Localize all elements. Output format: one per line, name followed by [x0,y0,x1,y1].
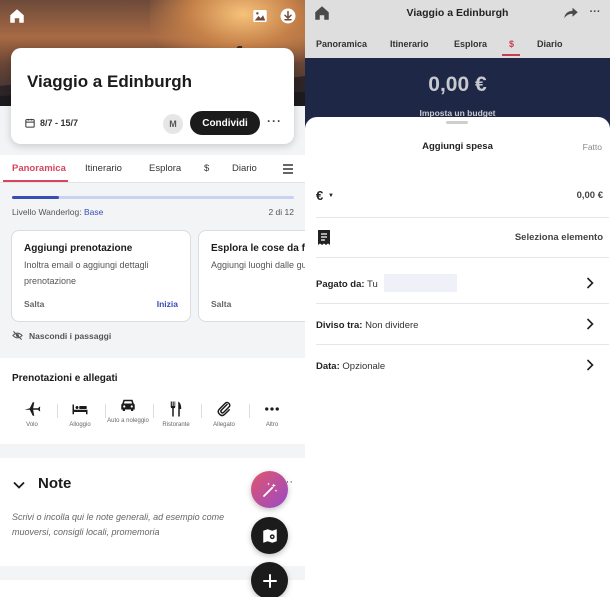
trip-card: Viaggio a Edinburgh 8/7 - 15/7 M Condivi… [11,48,294,144]
top-bar: Viaggio a Edinburgh ··· Panoramica Itine… [305,0,610,58]
active-tab-indicator [502,54,520,56]
booking-other-button[interactable]: Altro [250,400,294,429]
trip-dates[interactable]: 8/7 - 15/7 [25,118,78,128]
download-icon[interactable] [277,5,299,27]
share-icon[interactable] [560,2,582,24]
more-options-icon[interactable]: ··· [584,1,606,23]
date-value: Opzionale [342,361,386,372]
tab-itinerary[interactable]: Itinerario [390,39,429,49]
skip-button[interactable]: Salta [211,299,231,309]
active-tab-indicator [3,180,68,182]
map-icon [262,528,277,543]
trip-title[interactable]: Viaggio a Edinburgh [27,72,192,92]
amount-row[interactable]: € ▼ 0,00 € [316,177,609,218]
tab-budget[interactable]: $ [204,163,209,174]
tab-explore[interactable]: Esplora [149,163,181,174]
sheet-title: Aggiungi spesa [422,141,493,152]
suggestion-title: Esplora le cose da fare [211,243,305,254]
budget-amount: 0,00 € [428,73,487,96]
more-icon [265,407,279,411]
amount-input[interactable]: 0,00 € [577,190,603,201]
plane-icon [24,402,41,416]
menu-icon[interactable] [282,163,294,175]
notes-title: Note [38,475,72,492]
eye-off-icon [12,330,23,341]
tab-overview[interactable]: Panoramica [12,163,66,174]
booking-lodging-button[interactable]: Alloggio [58,400,102,429]
tab-overview[interactable]: Panoramica [316,39,367,49]
split-value: Non dividere [365,320,419,331]
booking-attachment-button[interactable]: Allegato [202,400,246,429]
add-expense-sheet: Aggiungi spesa Fatto € ▼ 0,00 € Selezion… [305,117,610,597]
level-count: 2 di 12 [268,207,294,217]
hide-tips-button[interactable]: Nascondi i passaggi [12,330,111,341]
suggestion-body: Aggiungi luoghi dalle guide top [211,260,305,270]
booking-restaurant-button[interactable]: Ristorante [154,400,198,429]
sheet-drag-handle[interactable] [446,121,468,124]
car-icon [121,399,135,411]
add-button[interactable] [251,562,288,597]
bed-icon [72,404,88,415]
caret-down-icon: ▼ [328,193,334,199]
paid-by-value: Tu [367,279,378,290]
home-icon[interactable] [6,5,28,27]
paperclip-icon [217,401,231,417]
suggestion-card-add-booking[interactable]: Aggiungi prenotazione Inoltra email o ag… [11,230,191,322]
chevron-down-icon[interactable] [12,478,26,492]
chevron-right-icon [586,359,594,371]
suggestion-card-explore[interactable]: Esplora le cose da fare Aggiungi luoghi … [198,230,305,322]
plus-icon [262,573,277,588]
cutlery-icon [170,401,182,417]
bookings-section: Prenotazioni e allegati Volo Alloggio Au… [0,358,305,444]
wanderlog-level-label: Livello Wanderlog: Base [12,207,104,217]
category-row[interactable]: Seleziona elemento [316,218,609,258]
ai-assistant-button[interactable] [251,471,288,508]
magic-wand-icon [262,482,277,497]
wanderlog-level-progress [12,196,294,199]
tab-journal[interactable]: Diario [232,163,257,174]
tab-itinerary[interactable]: Itinerario [85,163,122,174]
paid-by-row[interactable]: Pagato da: Tu [316,263,609,304]
tab-budget[interactable]: $ [509,39,514,49]
bookings-title: Prenotazioni e allegati [12,373,118,384]
paid-by-label: Pagato da: [316,279,365,290]
currency-selector[interactable]: € [316,188,323,203]
suggestion-body: Inoltra email o aggiungi dettagli prenot… [24,260,149,286]
add-expense-screen: Viaggio a Edinburgh ··· Panoramica Itine… [305,0,610,597]
trip-dates-label: 8/7 - 15/7 [40,118,79,128]
trip-tabs: Panoramica Itinerario Esplora $ Diario [0,155,305,183]
avatar[interactable]: M [163,114,183,134]
done-button[interactable]: Fatto [583,142,602,152]
map-button[interactable] [251,517,288,554]
date-label: Data: [316,361,340,372]
more-options-icon[interactable]: ··· [267,114,282,128]
start-button[interactable]: Inizia [157,299,178,309]
trip-overview-screen: Viaggio a Edinburgh 8/7 - 15/7 M Condivi… [0,0,305,597]
calendar-icon [25,118,35,128]
share-button[interactable]: Condividi [190,111,260,135]
paid-by-input[interactable] [384,274,457,292]
change-cover-image-icon[interactable] [249,5,271,27]
notes-input[interactable]: Scrivi o incolla qui le note generali, a… [12,510,262,540]
split-row[interactable]: Diviso tra: Non dividere [316,304,609,345]
booking-flight-button[interactable]: Volo [10,400,54,429]
chevron-right-icon [586,318,594,330]
booking-car-rental-button[interactable]: Auto a noleggio [106,396,150,425]
chevron-right-icon [586,277,594,289]
wanderlog-level-value[interactable]: Base [84,207,103,217]
date-row[interactable]: Data: Opzionale [316,345,609,386]
skip-button[interactable]: Salta [24,299,44,309]
receipt-icon [318,230,330,245]
tab-explore[interactable]: Esplora [454,39,487,49]
suggestion-title: Aggiungi prenotazione [24,243,133,254]
tab-journal[interactable]: Diario [537,39,563,49]
select-item-label[interactable]: Seleziona elemento [515,232,603,243]
progress-fill [12,196,60,199]
split-label: Diviso tra: [316,320,363,331]
